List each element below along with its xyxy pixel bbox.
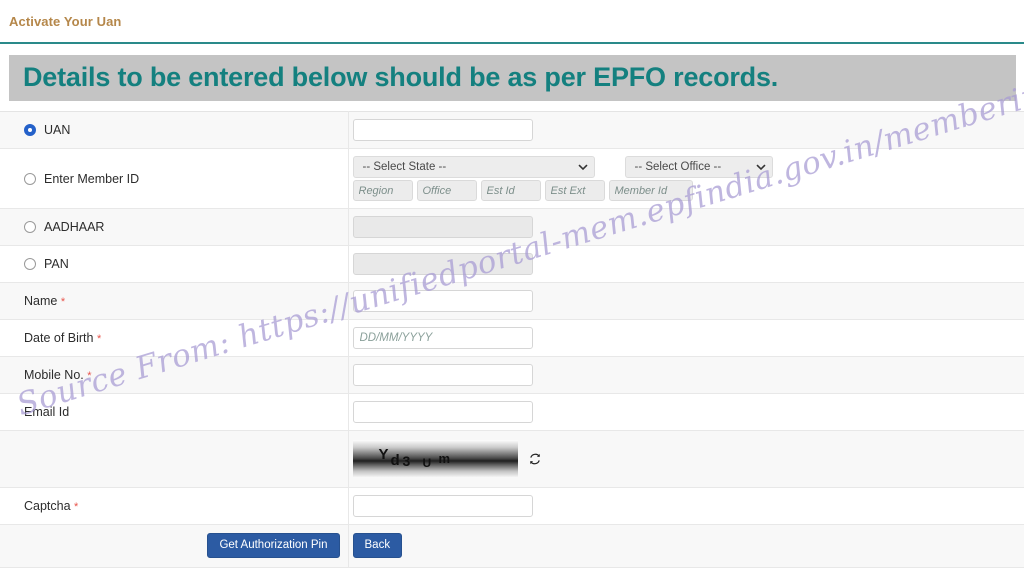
radio-option-aadhaar[interactable]: AADHAAR — [24, 220, 348, 234]
label-cell-aadhaar: AADHAAR — [0, 208, 349, 246]
field-cell-member-id: -- Select State -- -- Select Office -- — [348, 148, 1024, 209]
label-cell-pan: PAN — [0, 245, 349, 283]
field-cell-email — [348, 393, 1024, 431]
member-id-parts — [352, 178, 1024, 201]
member-id-select-group: -- Select State -- -- Select Office -- — [352, 156, 1024, 178]
banner-container: Details to be entered below should be as… — [0, 44, 1024, 111]
office-select[interactable]: -- Select Office -- — [624, 156, 773, 178]
table-row-uan: UAN — [0, 111, 1024, 149]
est-ext-input[interactable] — [544, 180, 605, 201]
state-select-value: -- Select State -- — [362, 161, 447, 173]
table-row-captcha: Captcha * — [0, 487, 1024, 525]
label-cell-mobile: Mobile No. * — [0, 356, 349, 394]
field-cell-uan — [348, 111, 1024, 149]
label-cell-dob: Date of Birth * — [0, 319, 349, 357]
field-cell-captcha-image: Y d 3 U m — [348, 430, 1024, 488]
instruction-banner: Details to be entered below should be as… — [9, 55, 1016, 101]
table-row-actions: Get Authorization Pin Back — [0, 524, 1024, 568]
label-cell-captcha-image — [0, 430, 349, 488]
field-cell-name — [348, 282, 1024, 320]
captcha-char: U — [422, 456, 432, 470]
radio-option-uan[interactable]: UAN — [24, 123, 348, 137]
aadhaar-input[interactable] — [352, 216, 533, 238]
scrollbar-area: ◂ — [0, 568, 1024, 576]
required-marker: * — [60, 296, 66, 308]
label-uan: UAN — [44, 123, 71, 137]
action-cell-right: Back — [348, 524, 1024, 568]
email-input[interactable] — [352, 401, 533, 423]
pan-input[interactable] — [352, 253, 533, 275]
mobile-input[interactable] — [352, 364, 533, 386]
est-id-input[interactable] — [480, 180, 541, 201]
field-cell-dob — [348, 319, 1024, 357]
dob-input[interactable] — [352, 327, 533, 349]
table-row-email: Email Id — [0, 393, 1024, 431]
label-cell-name: Name * — [0, 282, 349, 320]
label-cell-uan: UAN — [0, 111, 349, 149]
table-row-captcha-image: Y d 3 U m — [0, 430, 1024, 488]
radio-pan[interactable] — [24, 258, 36, 270]
captcha-char: Y — [378, 446, 389, 463]
action-cell-left: Get Authorization Pin — [0, 524, 349, 568]
uan-input[interactable] — [352, 119, 533, 141]
table-row-pan: PAN — [0, 245, 1024, 283]
radio-option-pan[interactable]: PAN — [24, 257, 348, 271]
field-cell-captcha — [348, 487, 1024, 525]
name-input[interactable] — [352, 290, 533, 312]
label-captcha: Captcha — [24, 499, 71, 513]
label-member-id: Enter Member ID — [44, 171, 140, 186]
office-input[interactable] — [416, 180, 477, 201]
label-cell-captcha: Captcha * — [0, 487, 349, 525]
required-marker: * — [74, 501, 79, 513]
page-root: Activate Your Uan Details to be entered … — [0, 0, 1024, 576]
captcha-char: m — [438, 451, 451, 466]
captcha-image: Y d 3 U m — [352, 440, 518, 478]
get-authorization-pin-button[interactable]: Get Authorization Pin — [207, 533, 340, 558]
table-row-dob: Date of Birth * — [0, 319, 1024, 357]
captcha-char: 3 — [402, 453, 411, 469]
field-cell-aadhaar — [348, 208, 1024, 246]
label-email: Email Id — [24, 405, 70, 419]
state-select[interactable]: -- Select State -- — [352, 156, 595, 178]
label-mobile: Mobile No. — [24, 368, 84, 382]
label-aadhaar: AADHAAR — [44, 220, 105, 234]
table-row-mobile: Mobile No. * — [0, 356, 1024, 394]
breadcrumb-bar: Activate Your Uan — [0, 0, 1024, 44]
back-button[interactable]: Back — [352, 533, 403, 558]
label-pan: PAN — [44, 257, 69, 271]
radio-aadhaar[interactable] — [24, 221, 36, 233]
required-marker: * — [96, 333, 102, 345]
instruction-text: Details to be entered below should be as… — [23, 61, 779, 92]
radio-member-id[interactable] — [24, 172, 36, 185]
label-cell-email: Email Id — [0, 393, 349, 431]
radio-uan[interactable] — [24, 124, 36, 136]
captcha-char: d — [390, 452, 400, 469]
page-title: Activate Your Uan — [9, 13, 122, 29]
chevron-down-icon — [755, 162, 766, 171]
field-cell-mobile — [348, 356, 1024, 394]
refresh-icon[interactable] — [528, 452, 542, 466]
table-row-name: Name * — [0, 282, 1024, 320]
label-cell-member-id: Enter Member ID — [0, 148, 349, 209]
field-cell-pan — [348, 245, 1024, 283]
chevron-down-icon — [577, 162, 588, 171]
label-name: Name — [24, 294, 58, 308]
required-marker: * — [87, 370, 92, 382]
region-input[interactable] — [352, 180, 413, 201]
office-select-value: -- Select Office -- — [634, 161, 722, 173]
captcha-input[interactable] — [352, 495, 533, 517]
table-row-member-id: Enter Member ID -- Select State -- -- Se… — [0, 148, 1024, 209]
label-dob: Date of Birth — [24, 331, 94, 345]
table-row-aadhaar: AADHAAR — [0, 208, 1024, 246]
radio-option-member-id[interactable]: Enter Member ID — [24, 172, 348, 186]
activation-form-table: UAN Enter Member ID -- Select State -- -… — [0, 111, 1024, 568]
member-id-input[interactable] — [608, 180, 693, 201]
